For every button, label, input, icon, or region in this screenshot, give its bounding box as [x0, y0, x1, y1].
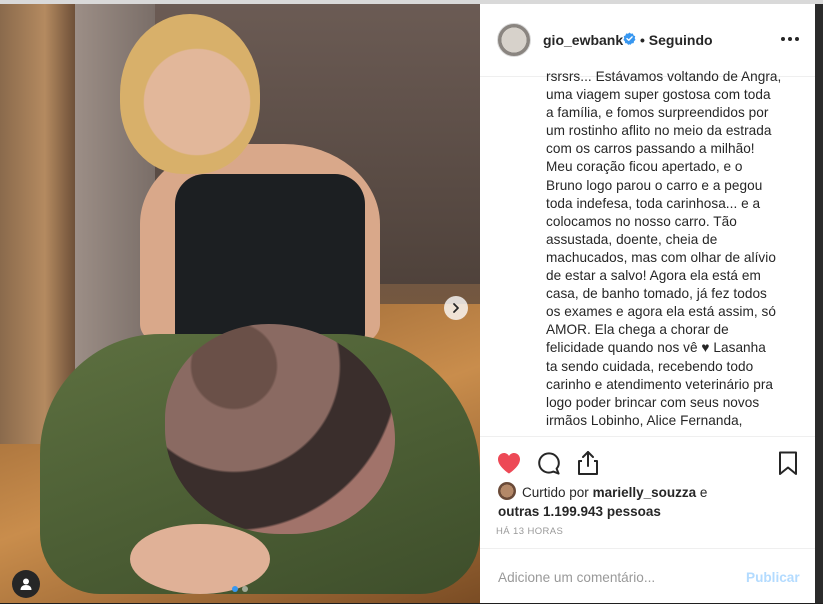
comment-box: Publicar: [480, 548, 815, 604]
caption-line: os exames e agora ela está assim, só: [546, 304, 776, 320]
caption-line: uma viagem super gostosa com toda: [546, 87, 771, 103]
post-side-panel: gio_ewbank • Seguindo rsrsrs... Estávamo…: [480, 4, 815, 603]
liker-username-link[interactable]: marielly_souzza: [593, 485, 697, 500]
photo-person-head: [120, 14, 260, 174]
carousel-next-button[interactable]: [444, 296, 468, 320]
carousel-dot-active: [232, 586, 238, 592]
carousel-indicator: [232, 586, 248, 592]
tagged-users-button[interactable]: [12, 570, 40, 598]
caption-line: casa, de banho tomado, já fez todos: [546, 286, 767, 302]
caption-line: carinho e atendimento veterinário pra: [546, 376, 774, 392]
caption-line: felicidade quando nos vê ♥ Lasanha: [546, 340, 766, 356]
likes-connector: e: [699, 485, 708, 500]
caption-line: um rostinho aflito no meio da estrada: [546, 123, 772, 139]
chevron-right-icon: [453, 303, 459, 313]
bookmark-icon[interactable]: [774, 449, 802, 477]
caption-line: irmãos Lobinho, Alice Fernanda,: [546, 412, 743, 428]
caption-line: de estar a salvo! Agora ela está em: [546, 268, 761, 284]
verified-badge-icon: [623, 32, 636, 45]
caption-line: ta sendo cuidada, recebendo todo: [546, 358, 754, 374]
caption-line: rsrsrs... Estávamos voltando de Angra,: [546, 69, 782, 84]
comment-input[interactable]: [496, 569, 730, 586]
post-header: gio_ewbank • Seguindo: [480, 4, 815, 77]
comment-icon[interactable]: [535, 449, 563, 477]
scrollbar-edge: [815, 4, 823, 603]
caption-line: com os carros passando a milhão!: [546, 141, 755, 157]
post-caption: rsrsrs... Estávamos voltando de Angra, u…: [546, 68, 790, 436]
liker-avatar[interactable]: [498, 482, 516, 501]
likes-summary: Curtido por marielly_souzza e outras 1.1…: [498, 482, 798, 521]
following-status[interactable]: • Seguindo: [640, 32, 713, 48]
caption-line: Meu coração ficou apertado, e o: [546, 159, 743, 175]
username-link[interactable]: gio_ewbank: [543, 32, 623, 48]
caption-line: AMOR. Ela chega a chorar de: [546, 322, 729, 338]
avatar[interactable]: [497, 23, 531, 57]
caption-line: Bruno logo parou o carro e a pegou: [546, 177, 763, 193]
likes-others-link[interactable]: outras 1.199.943 pessoas: [498, 504, 661, 519]
caption-line: machucados, mas com olhar de alívio: [546, 249, 776, 265]
caption-line: a família, e fomos surpreendidos por: [546, 105, 769, 121]
heart-icon[interactable]: [495, 449, 523, 477]
caption-line: assustada, doente, cheia de: [546, 231, 718, 247]
user-tag-icon: [20, 578, 32, 590]
caption-line: toda indefesa, toda carinhosa... e a: [546, 195, 761, 211]
photo-person-foot: [130, 524, 270, 594]
photo-cabinet: [0, 4, 75, 444]
more-options-icon[interactable]: [781, 33, 799, 45]
share-icon[interactable]: [574, 449, 602, 477]
photo-person-top: [175, 174, 365, 344]
post-photo[interactable]: [0, 4, 480, 603]
post-timestamp[interactable]: HÁ 13 HORAS: [496, 526, 563, 537]
carousel-dot: [242, 586, 248, 592]
likes-prefix: Curtido por: [522, 485, 589, 500]
caption-line: logo poder brincar com seus novos: [546, 394, 760, 410]
publish-button[interactable]: Publicar: [746, 570, 800, 585]
caption-line: colocamos no nosso carro. Tão: [546, 213, 737, 229]
